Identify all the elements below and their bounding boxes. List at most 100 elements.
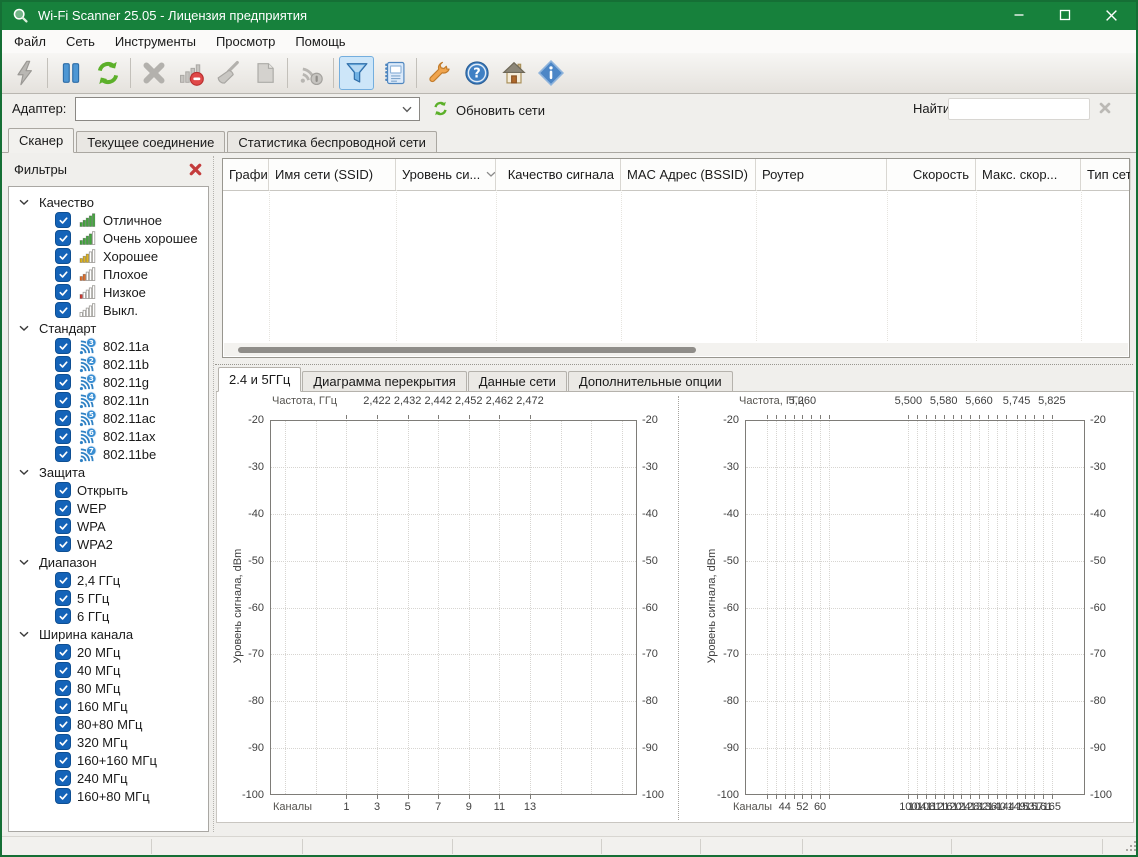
filter-security-0[interactable]: Открыть	[9, 481, 208, 499]
filter-channel-width-4[interactable]: 80+80 МГц	[9, 715, 208, 733]
column-header-7[interactable]: Макс. скор...	[976, 159, 1081, 190]
checkbox-checked[interactable]	[55, 212, 71, 228]
tab-scanner[interactable]: Сканер	[8, 128, 75, 153]
help-button[interactable]: ?	[459, 56, 494, 90]
checkbox-checked[interactable]	[55, 698, 71, 714]
chevron-down-icon[interactable]	[401, 102, 413, 117]
filter-channel-width-7[interactable]: 240 МГц	[9, 769, 208, 787]
checkbox-checked[interactable]	[55, 716, 71, 732]
filter-channel-width-2[interactable]: 80 МГц	[9, 679, 208, 697]
filter-channel-width-5[interactable]: 320 МГц	[9, 733, 208, 751]
checkbox-checked[interactable]	[55, 302, 71, 318]
filter-group-channel-width[interactable]: Ширина канала	[9, 625, 208, 643]
pause-scan-button[interactable]	[53, 56, 88, 90]
minimize-button[interactable]	[996, 0, 1042, 30]
filter-group-standard[interactable]: Стандарт	[9, 319, 208, 337]
filter-quality-2[interactable]: Хорошее	[9, 247, 208, 265]
filter-channel-width-3[interactable]: 160 МГц	[9, 697, 208, 715]
filter-quality-4[interactable]: Низкое	[9, 283, 208, 301]
maximize-button[interactable]	[1042, 0, 1088, 30]
checkbox-checked[interactable]	[55, 482, 71, 498]
filter-channel-width-6[interactable]: 160+160 МГц	[9, 751, 208, 769]
checkbox-checked[interactable]	[55, 734, 71, 750]
charts-splitter[interactable]	[678, 396, 679, 820]
about-button[interactable]	[533, 56, 568, 90]
filter-group-band[interactable]: Диапазон	[9, 553, 208, 571]
filter-group-quality[interactable]: Качество	[9, 193, 208, 211]
refresh-networks-button[interactable]: Обновить сети	[432, 100, 545, 120]
menu-item-2[interactable]: Инструменты	[105, 30, 206, 53]
filter-group-security[interactable]: Защита	[9, 463, 208, 481]
clear-button[interactable]	[210, 56, 245, 90]
checkbox-checked[interactable]	[55, 572, 71, 588]
start-scan-button[interactable]	[7, 56, 42, 90]
menu-item-4[interactable]: Помощь	[285, 30, 355, 53]
checkbox-checked[interactable]	[55, 392, 71, 408]
chevron-down-icon[interactable]	[19, 199, 29, 206]
chart-tab-2[interactable]: Данные сети	[467, 371, 567, 391]
checkbox-checked[interactable]	[55, 644, 71, 660]
checkbox-checked[interactable]	[55, 374, 71, 390]
checkbox-checked[interactable]	[55, 680, 71, 696]
filter-standard-5[interactable]: 6 802.11ax	[9, 426, 208, 445]
filter-band-2[interactable]: 6 ГГц	[9, 607, 208, 625]
search-input[interactable]	[948, 98, 1090, 120]
chart-tab-3[interactable]: Дополнительные опции	[567, 371, 733, 391]
checkbox-checked[interactable]	[55, 428, 71, 444]
column-header-2[interactable]: Уровень си...	[396, 159, 496, 190]
filter-standard-4[interactable]: 5 802.11ac	[9, 408, 208, 427]
filter-channel-width-8[interactable]: 160+80 МГц	[9, 787, 208, 805]
checkbox-checked[interactable]	[55, 518, 71, 534]
filters-splitter[interactable]	[213, 156, 214, 832]
menu-item-1[interactable]: Сеть	[56, 30, 105, 53]
column-header-6[interactable]: Скорость	[887, 159, 976, 190]
checkbox-checked[interactable]	[55, 446, 71, 462]
filter-security-1[interactable]: WEP	[9, 499, 208, 517]
menu-item-0[interactable]: Файл	[4, 30, 56, 53]
checkbox-checked[interactable]	[55, 590, 71, 606]
horizontal-splitter[interactable]	[215, 364, 1133, 365]
close-button[interactable]	[1088, 0, 1134, 30]
checkbox-checked[interactable]	[55, 338, 71, 354]
column-header-1[interactable]: Имя сети (SSID)	[269, 159, 396, 190]
checkbox-checked[interactable]	[55, 536, 71, 552]
remove-network-button[interactable]	[173, 56, 208, 90]
filter-button[interactable]	[339, 56, 374, 90]
filter-security-2[interactable]: WPA	[9, 517, 208, 535]
checkbox-checked[interactable]	[55, 230, 71, 246]
adapter-select[interactable]	[75, 97, 420, 121]
stop-button[interactable]	[136, 56, 171, 90]
filter-quality-1[interactable]: Очень хорошее	[9, 229, 208, 247]
journal-button[interactable]	[376, 56, 411, 90]
column-header-4[interactable]: MAC Адрес (BSSID)	[621, 159, 756, 190]
clear-search-button[interactable]	[1098, 101, 1112, 115]
chevron-down-icon[interactable]	[19, 559, 29, 566]
export-button[interactable]	[247, 56, 282, 90]
checkbox-checked[interactable]	[55, 284, 71, 300]
horizontal-scrollbar[interactable]	[224, 343, 1128, 356]
filter-standard-3[interactable]: 4 802.11n	[9, 390, 208, 409]
filter-standard-1[interactable]: 2 802.11b	[9, 354, 208, 373]
filter-standard-6[interactable]: 7 802.11be	[9, 444, 208, 463]
checkbox-checked[interactable]	[55, 752, 71, 768]
checkbox-checked[interactable]	[55, 770, 71, 786]
close-filters-button[interactable]	[188, 162, 203, 177]
column-header-0[interactable]: График	[223, 159, 269, 190]
wifi-details-button[interactable]	[293, 56, 328, 90]
filter-quality-0[interactable]: Отличное	[9, 211, 208, 229]
filter-quality-5[interactable]: Выкл.	[9, 301, 208, 319]
chevron-down-icon[interactable]	[19, 631, 29, 638]
column-header-5[interactable]: Роутер	[756, 159, 887, 190]
filter-quality-3[interactable]: Плохое	[9, 265, 208, 283]
chevron-down-icon[interactable]	[19, 325, 29, 332]
filter-channel-width-0[interactable]: 20 МГц	[9, 643, 208, 661]
chevron-down-icon[interactable]	[19, 469, 29, 476]
filter-band-0[interactable]: 2,4 ГГц	[9, 571, 208, 589]
checkbox-checked[interactable]	[55, 356, 71, 372]
checkbox-checked[interactable]	[55, 788, 71, 804]
scrollbar-thumb[interactable]	[238, 347, 696, 353]
tab-current-connection[interactable]: Текущее соединение	[76, 131, 226, 152]
filter-standard-2[interactable]: 3 802.11g	[9, 372, 208, 391]
settings-button[interactable]	[422, 56, 457, 90]
chart-tab-0[interactable]: 2.4 и 5ГГц	[218, 367, 302, 392]
